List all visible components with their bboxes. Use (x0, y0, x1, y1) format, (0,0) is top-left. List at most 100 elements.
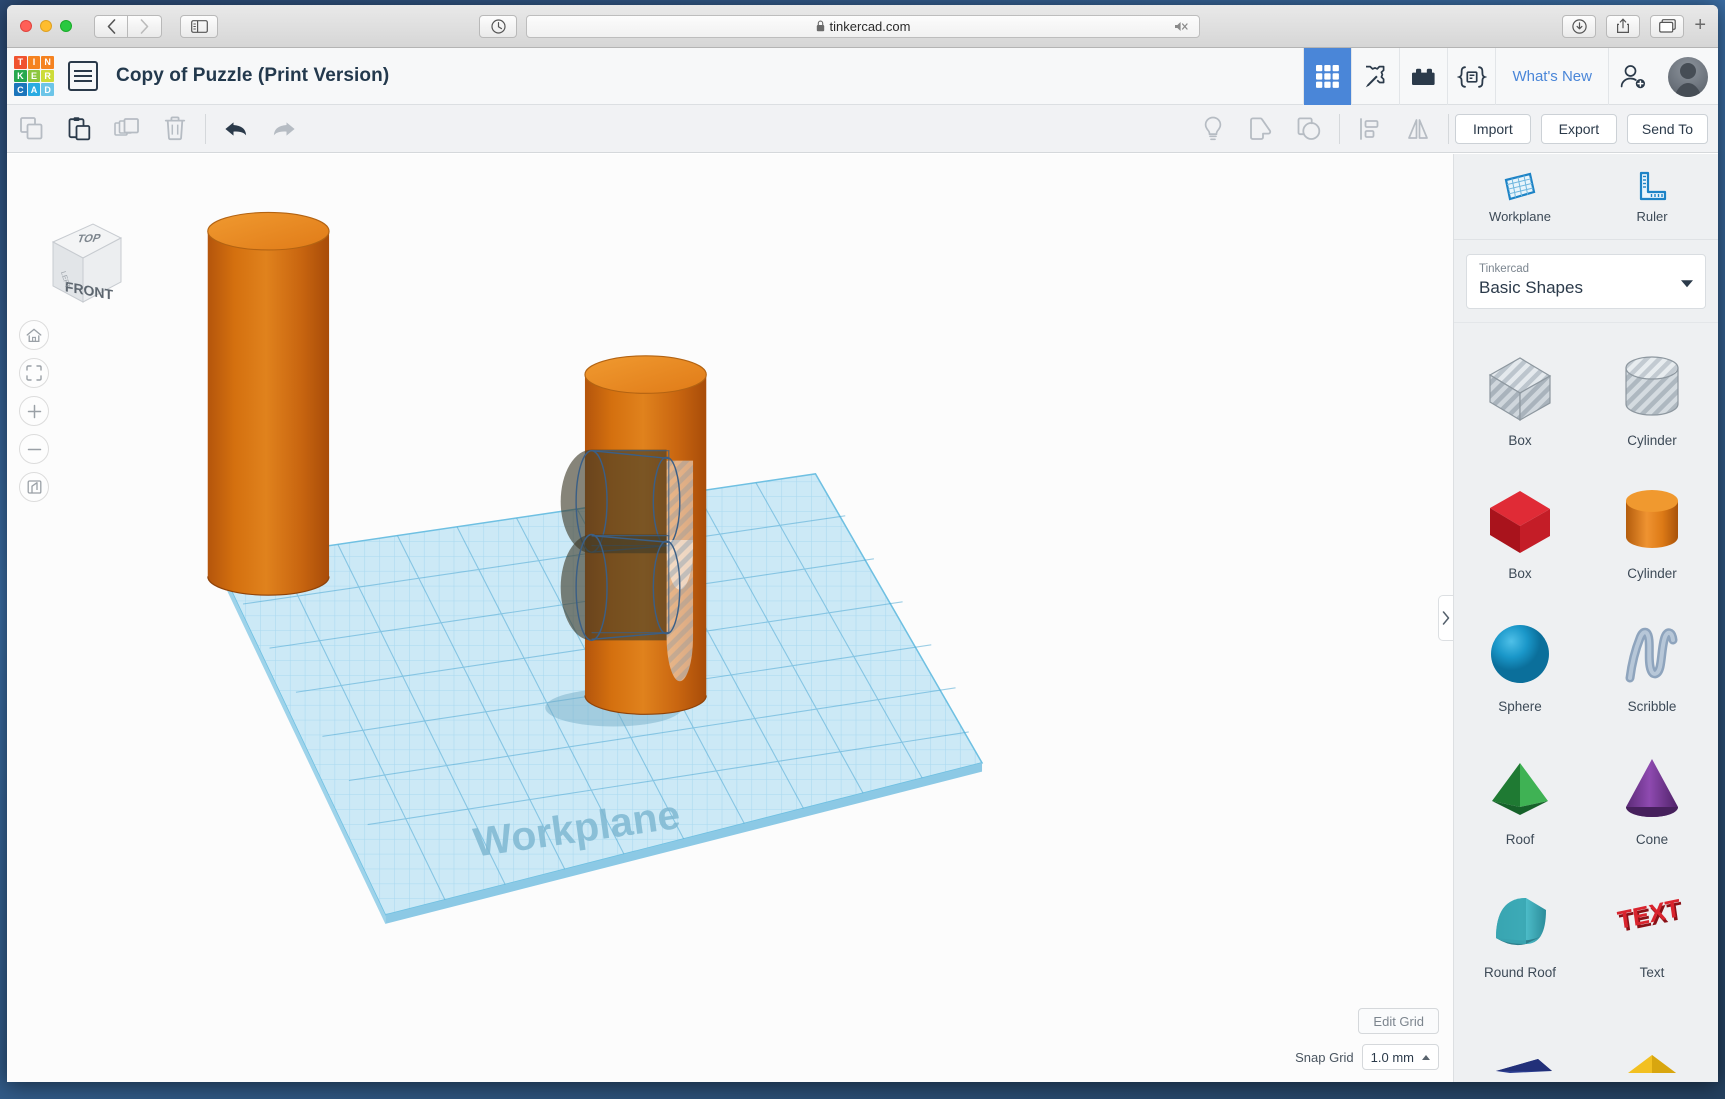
share-icon[interactable] (1606, 14, 1641, 38)
edit-grid-button[interactable]: Edit Grid (1358, 1008, 1439, 1034)
shape-label: Cylinder (1627, 433, 1677, 448)
main-area: Workplane TOP FRONT LEFT Edit Grid Snap … (7, 154, 1718, 1082)
history-tools (212, 105, 308, 152)
minecraft-pickaxe-icon[interactable] (1351, 48, 1399, 105)
shape-label: Scribble (1627, 699, 1677, 714)
toolbar-divider (205, 113, 206, 144)
speaker-mute-icon[interactable] (1174, 20, 1189, 33)
zoom-in-icon[interactable] (19, 396, 49, 426)
shapes-grid: Box Cylinder Box Cylinder Sphere Scribbl… (1454, 337, 1718, 1082)
panel-tools: Workplane Ruler (1454, 154, 1718, 240)
mirror-flip-icon[interactable] (1394, 105, 1442, 153)
ruler-icon (1634, 170, 1670, 202)
logo-tile: E (27, 69, 41, 83)
library-name-label: Basic Shapes (1479, 278, 1583, 297)
shape-item[interactable]: Scribble (1586, 603, 1718, 730)
paste-icon[interactable] (55, 105, 103, 153)
shape-item[interactable]: Round Roof (1454, 869, 1586, 996)
whats-new-button[interactable]: What's New (1495, 48, 1608, 105)
lightbulb-hide-icon[interactable] (1189, 105, 1237, 153)
shape-label: Box (1508, 433, 1532, 448)
shape-item[interactable] (1454, 1002, 1586, 1082)
sidebar-toggle-button[interactable] (180, 14, 218, 38)
shape-item[interactable]: Cylinder (1586, 470, 1718, 597)
person-add-icon[interactable] (1608, 48, 1656, 105)
snap-grid-label: Snap Grid (1295, 1049, 1354, 1065)
partial-blue-shape-icon (1482, 1010, 1558, 1082)
cone-icon (1614, 744, 1690, 830)
library-source-label: Tinkercad (1479, 263, 1530, 275)
nav-buttons[interactable] (94, 14, 162, 38)
browser-window: tinkercad.com + T I N K E R C A D Copy o… (7, 5, 1718, 1082)
window-controls[interactable] (20, 20, 72, 32)
view-cube[interactable]: TOP FRONT LEFT (35, 216, 127, 308)
codeblocks-icon[interactable] (1447, 48, 1495, 105)
workplane-tool[interactable]: Workplane (1454, 154, 1586, 239)
shape-item[interactable]: Roof (1454, 736, 1586, 863)
export-button[interactable]: Export (1540, 113, 1617, 144)
new-tab-button[interactable]: + (1694, 15, 1706, 38)
whats-new-label: What's New (1512, 68, 1592, 85)
shape-label: Box (1508, 566, 1532, 581)
shapes-list[interactable]: Box Cylinder Box Cylinder Sphere Scribbl… (1454, 322, 1718, 1082)
fit-to-view-icon[interactable] (19, 358, 49, 388)
shape-item[interactable]: Sphere (1454, 603, 1586, 730)
solid-cylinder-left[interactable] (207, 211, 330, 596)
address-bar[interactable]: tinkercad.com (526, 14, 1200, 38)
forward-button[interactable] (128, 14, 162, 38)
tinkercad-logo[interactable]: T I N K E R C A D (14, 56, 54, 96)
browser-right-buttons[interactable]: + (1562, 14, 1706, 38)
shape-label: Cylinder (1627, 566, 1677, 581)
maximize-window-button[interactable] (60, 20, 72, 32)
logo-tile: R (41, 69, 54, 83)
hole-box-icon (1482, 345, 1558, 431)
blocks-brick-icon[interactable] (1399, 48, 1447, 105)
ungroup-icon[interactable] (1285, 105, 1333, 153)
close-window-button[interactable] (20, 20, 32, 32)
logo-tile: C (14, 83, 27, 96)
shape-library-select[interactable]: Tinkercad Basic Shapes (1466, 254, 1706, 309)
scribble-icon (1614, 611, 1690, 697)
shape-item[interactable]: TEXT TEXT Text (1586, 869, 1718, 996)
ortho-perspective-icon[interactable] (19, 472, 49, 502)
logo-tile: D (41, 83, 54, 96)
tabs-overview-icon[interactable] (1650, 14, 1685, 38)
shape-item[interactable] (1586, 1002, 1718, 1082)
back-button[interactable] (94, 14, 128, 38)
list-menu-icon[interactable] (68, 61, 98, 91)
logo-tile: I (27, 56, 41, 69)
chevron-up-icon (1422, 1054, 1430, 1060)
avatar[interactable] (1668, 56, 1708, 97)
shape-item[interactable]: Box (1454, 470, 1586, 597)
shape-label: Roof (1505, 832, 1535, 847)
shape-label: Round Roof (1483, 965, 1557, 980)
redo-icon[interactable] (260, 105, 308, 153)
download-icon[interactable] (1562, 14, 1597, 38)
shape-item[interactable]: Box (1454, 337, 1586, 464)
import-button[interactable]: Import (1454, 113, 1531, 144)
zoom-out-icon[interactable] (19, 434, 49, 464)
lock-icon (816, 20, 825, 32)
design-canvas[interactable]: Workplane TOP FRONT LEFT Edit Grid Snap … (7, 154, 1453, 1082)
group-icon[interactable] (1237, 105, 1285, 153)
text-shape-icon: TEXT TEXT (1614, 877, 1690, 963)
snap-grid-select[interactable]: 1.0 mm (1361, 1044, 1439, 1070)
align-icon[interactable] (1346, 105, 1394, 153)
home-view-icon[interactable] (19, 320, 49, 350)
minimize-window-button[interactable] (40, 20, 52, 32)
page-title: Copy of Puzzle (Print Version) (116, 65, 390, 86)
logo-tile: K (14, 69, 27, 83)
ruler-tool[interactable]: Ruler (1586, 154, 1718, 239)
send-to-button[interactable]: Send To (1626, 113, 1708, 144)
history-button[interactable] (479, 14, 517, 38)
shape-item[interactable]: Cylinder (1586, 337, 1718, 464)
duplicate-icon[interactable] (103, 105, 151, 153)
delete-trash-icon[interactable] (151, 105, 199, 153)
logo-tile: A (27, 83, 41, 96)
shape-item[interactable]: Cone (1586, 736, 1718, 863)
3d-scene[interactable]: Workplane (7, 154, 1453, 1082)
3d-design-grid-icon[interactable] (1303, 48, 1352, 105)
copy-icon[interactable] (7, 105, 55, 153)
undo-icon[interactable] (212, 105, 260, 153)
panel-collapse-handle[interactable] (1438, 595, 1453, 641)
